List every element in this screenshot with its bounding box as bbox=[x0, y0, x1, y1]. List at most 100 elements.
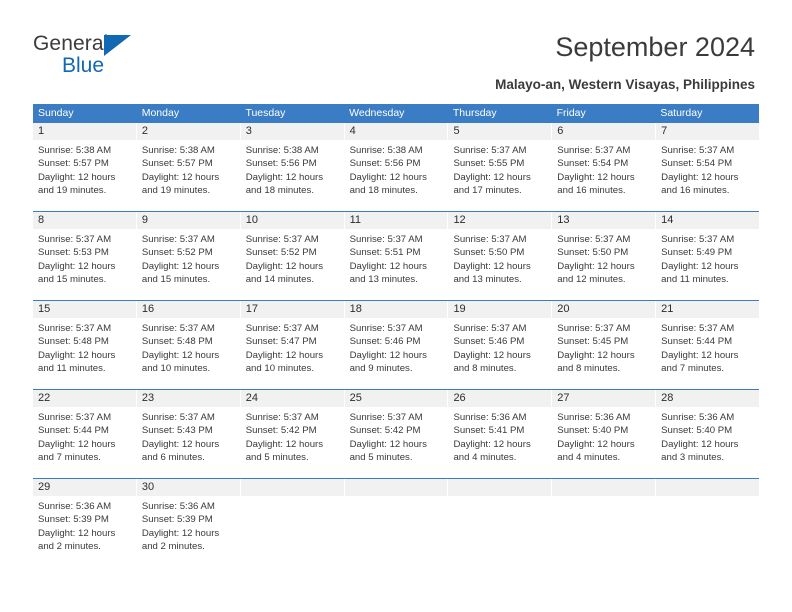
day-number[interactable]: 4 bbox=[345, 123, 449, 140]
day-number[interactable]: 16 bbox=[137, 301, 241, 318]
day-cell-empty bbox=[345, 496, 449, 564]
calendar-week-row: 22 23 24 25 26 27 28 Sunrise: 5:37 AM Su… bbox=[33, 389, 759, 475]
daylight-text-line1: Daylight: 12 hours bbox=[557, 260, 635, 272]
daylight-text-line2: and 12 minutes. bbox=[557, 273, 626, 285]
day-cell[interactable]: Sunrise: 5:37 AM Sunset: 5:55 PM Dayligh… bbox=[448, 140, 553, 208]
day-number[interactable]: 13 bbox=[552, 212, 657, 229]
sunset-text: Sunset: 5:49 PM bbox=[661, 247, 733, 259]
day-cell[interactable]: Sunrise: 5:36 AM Sunset: 5:39 PM Dayligh… bbox=[33, 496, 137, 564]
day-number[interactable]: 22 bbox=[33, 390, 137, 407]
day-number-empty bbox=[656, 479, 759, 496]
daylight-text-line1: Daylight: 12 hours bbox=[38, 349, 116, 361]
day-cell[interactable]: Sunrise: 5:37 AM Sunset: 5:53 PM Dayligh… bbox=[33, 229, 137, 297]
day-cell[interactable]: Sunrise: 5:37 AM Sunset: 5:54 PM Dayligh… bbox=[552, 140, 657, 208]
day-cell[interactable]: Sunrise: 5:38 AM Sunset: 5:56 PM Dayligh… bbox=[345, 140, 449, 208]
daylight-text-line2: and 3 minutes. bbox=[661, 451, 725, 463]
sunset-text: Sunset: 5:52 PM bbox=[245, 247, 317, 259]
day-cell[interactable]: Sunrise: 5:37 AM Sunset: 5:54 PM Dayligh… bbox=[656, 140, 759, 208]
day-number[interactable]: 12 bbox=[448, 212, 553, 229]
day-cell[interactable]: Sunrise: 5:37 AM Sunset: 5:52 PM Dayligh… bbox=[137, 229, 241, 297]
daylight-text-line1: Daylight: 12 hours bbox=[245, 260, 324, 272]
logo-triangle-icon bbox=[104, 35, 131, 56]
day-number[interactable]: 3 bbox=[241, 123, 345, 140]
day-cell[interactable]: Sunrise: 5:36 AM Sunset: 5:39 PM Dayligh… bbox=[137, 496, 241, 564]
daylight-text-line2: and 13 minutes. bbox=[453, 273, 522, 285]
daylight-text-line1: Daylight: 12 hours bbox=[141, 438, 220, 450]
day-number[interactable]: 5 bbox=[448, 123, 553, 140]
daylight-text-line1: Daylight: 12 hours bbox=[349, 349, 427, 361]
logo-text-blue: Blue bbox=[62, 54, 105, 77]
day-cell[interactable]: Sunrise: 5:37 AM Sunset: 5:52 PM Dayligh… bbox=[241, 229, 345, 297]
calendar-week-row: 15 16 17 18 19 20 21 Sunrise: 5:37 AM Su… bbox=[33, 300, 759, 386]
day-number[interactable]: 6 bbox=[552, 123, 657, 140]
daylight-text-line2: and 6 minutes. bbox=[141, 451, 205, 463]
day-cell[interactable]: Sunrise: 5:37 AM Sunset: 5:48 PM Dayligh… bbox=[137, 318, 241, 386]
day-cell[interactable]: Sunrise: 5:38 AM Sunset: 5:57 PM Dayligh… bbox=[33, 140, 137, 208]
sunrise-text: Sunrise: 5:37 AM bbox=[557, 145, 631, 156]
day-cell[interactable]: Sunrise: 5:37 AM Sunset: 5:44 PM Dayligh… bbox=[33, 407, 137, 475]
daylight-text-line2: and 19 minutes. bbox=[141, 184, 211, 196]
day-cell[interactable]: Sunrise: 5:37 AM Sunset: 5:43 PM Dayligh… bbox=[137, 407, 241, 475]
week-detail-row: Sunrise: 5:36 AM Sunset: 5:39 PM Dayligh… bbox=[33, 496, 759, 564]
day-number[interactable]: 15 bbox=[33, 301, 137, 318]
week-day-number-row: 15 16 17 18 19 20 21 bbox=[33, 301, 759, 318]
daylight-text-line1: Daylight: 12 hours bbox=[141, 349, 220, 361]
day-number[interactable]: 24 bbox=[241, 390, 345, 407]
day-number[interactable]: 26 bbox=[448, 390, 553, 407]
day-number[interactable]: 2 bbox=[137, 123, 241, 140]
day-cell-empty bbox=[656, 496, 759, 564]
day-cell[interactable]: Sunrise: 5:37 AM Sunset: 5:42 PM Dayligh… bbox=[241, 407, 345, 475]
daylight-text-line1: Daylight: 12 hours bbox=[245, 349, 324, 361]
day-number[interactable]: 1 bbox=[33, 123, 137, 140]
sunset-text: Sunset: 5:57 PM bbox=[38, 158, 109, 170]
sunrise-text: Sunrise: 5:38 AM bbox=[349, 145, 423, 156]
daylight-text-line1: Daylight: 12 hours bbox=[453, 438, 531, 450]
day-cell[interactable]: Sunrise: 5:37 AM Sunset: 5:42 PM Dayligh… bbox=[345, 407, 449, 475]
day-cell[interactable]: Sunrise: 5:36 AM Sunset: 5:40 PM Dayligh… bbox=[552, 407, 657, 475]
day-number[interactable]: 30 bbox=[137, 479, 241, 496]
day-cell[interactable]: Sunrise: 5:36 AM Sunset: 5:40 PM Dayligh… bbox=[656, 407, 759, 475]
day-cell[interactable]: Sunrise: 5:38 AM Sunset: 5:57 PM Dayligh… bbox=[137, 140, 241, 208]
day-number[interactable]: 27 bbox=[552, 390, 657, 407]
day-number[interactable]: 14 bbox=[656, 212, 759, 229]
day-cell[interactable]: Sunrise: 5:37 AM Sunset: 5:48 PM Dayligh… bbox=[33, 318, 137, 386]
day-number[interactable]: 20 bbox=[552, 301, 657, 318]
sunrise-text: Sunrise: 5:37 AM bbox=[349, 234, 423, 245]
day-cell[interactable]: Sunrise: 5:37 AM Sunset: 5:45 PM Dayligh… bbox=[552, 318, 657, 386]
day-number[interactable]: 19 bbox=[448, 301, 553, 318]
day-number[interactable]: 28 bbox=[656, 390, 759, 407]
day-cell[interactable]: Sunrise: 5:37 AM Sunset: 5:46 PM Dayligh… bbox=[345, 318, 449, 386]
week-detail-row: Sunrise: 5:37 AM Sunset: 5:48 PM Dayligh… bbox=[33, 318, 759, 386]
day-cell[interactable]: Sunrise: 5:37 AM Sunset: 5:50 PM Dayligh… bbox=[552, 229, 657, 297]
day-number[interactable]: 10 bbox=[241, 212, 345, 229]
generalblue-logo[interactable]: General Blue bbox=[33, 32, 223, 88]
daylight-text-line2: and 18 minutes. bbox=[349, 184, 418, 196]
day-number[interactable]: 21 bbox=[656, 301, 759, 318]
day-number-empty bbox=[345, 479, 449, 496]
day-number[interactable]: 23 bbox=[137, 390, 241, 407]
day-cell[interactable]: Sunrise: 5:37 AM Sunset: 5:47 PM Dayligh… bbox=[241, 318, 345, 386]
sunset-text: Sunset: 5:42 PM bbox=[245, 425, 317, 437]
sunset-text: Sunset: 5:48 PM bbox=[38, 336, 109, 348]
day-cell[interactable]: Sunrise: 5:37 AM Sunset: 5:44 PM Dayligh… bbox=[656, 318, 759, 386]
day-number[interactable]: 8 bbox=[33, 212, 137, 229]
sunrise-text: Sunrise: 5:37 AM bbox=[661, 234, 735, 245]
day-number[interactable]: 11 bbox=[345, 212, 449, 229]
day-cell[interactable]: Sunrise: 5:37 AM Sunset: 5:50 PM Dayligh… bbox=[448, 229, 553, 297]
day-number[interactable]: 17 bbox=[241, 301, 345, 318]
day-cell[interactable]: Sunrise: 5:37 AM Sunset: 5:49 PM Dayligh… bbox=[656, 229, 759, 297]
day-number[interactable]: 9 bbox=[137, 212, 241, 229]
day-number[interactable]: 29 bbox=[33, 479, 137, 496]
daylight-text-line2: and 11 minutes. bbox=[661, 273, 729, 285]
daylight-text-line2: and 16 minutes. bbox=[661, 184, 730, 196]
daylight-text-line1: Daylight: 12 hours bbox=[557, 438, 635, 450]
day-cell[interactable]: Sunrise: 5:38 AM Sunset: 5:56 PM Dayligh… bbox=[241, 140, 345, 208]
day-number[interactable]: 18 bbox=[345, 301, 449, 318]
day-cell[interactable]: Sunrise: 5:37 AM Sunset: 5:51 PM Dayligh… bbox=[345, 229, 449, 297]
day-number[interactable]: 25 bbox=[345, 390, 449, 407]
sunrise-text: Sunrise: 5:37 AM bbox=[453, 234, 527, 245]
day-cell[interactable]: Sunrise: 5:37 AM Sunset: 5:46 PM Dayligh… bbox=[448, 318, 553, 386]
day-number[interactable]: 7 bbox=[656, 123, 759, 140]
day-cell[interactable]: Sunrise: 5:36 AM Sunset: 5:41 PM Dayligh… bbox=[448, 407, 553, 475]
calendar-week-row: 29 30 Sunrise: 5:36 AM Sunset: 5:39 PM D… bbox=[33, 478, 759, 564]
